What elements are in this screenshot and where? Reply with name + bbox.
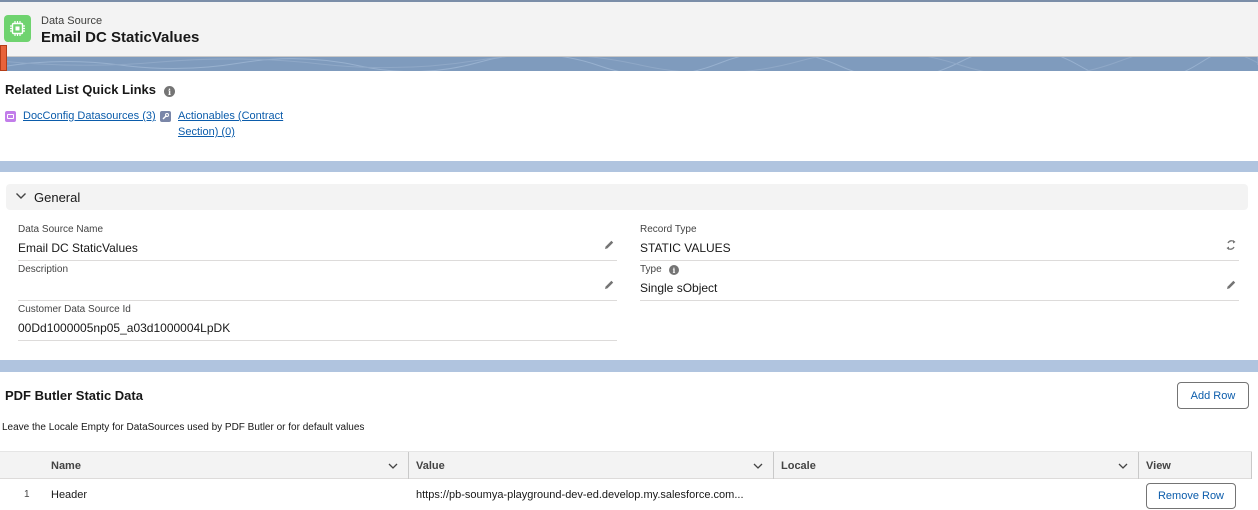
field-description: Description bbox=[18, 264, 617, 301]
field-label: Description bbox=[18, 264, 69, 275]
related-list-quick-links: Related List Quick Links i DocConfig Dat… bbox=[0, 71, 1258, 161]
field-value: Single sObject bbox=[640, 281, 718, 295]
record-type-eyebrow: Data Source bbox=[41, 15, 103, 27]
field-label: Type bbox=[640, 264, 662, 275]
add-row-button[interactable]: Add Row bbox=[1177, 382, 1249, 409]
field-type: Type i Single sObject bbox=[640, 264, 1239, 301]
chevron-down-icon[interactable] bbox=[387, 460, 399, 472]
row-number: 1 bbox=[24, 489, 30, 500]
chevron-down-icon[interactable] bbox=[1117, 460, 1129, 472]
field-value: Email DC StaticValues bbox=[18, 241, 138, 255]
field-data-source-name: Data Source Name Email DC StaticValues bbox=[18, 224, 617, 261]
utility-tab[interactable] bbox=[0, 45, 7, 71]
change-record-type-icon[interactable] bbox=[1225, 239, 1237, 251]
column-label: Name bbox=[51, 460, 81, 472]
cell-name[interactable]: Header bbox=[51, 489, 87, 501]
column-divider bbox=[1251, 452, 1252, 479]
field-label: Data Source Name bbox=[18, 224, 104, 235]
column-header-view: View bbox=[1138, 452, 1251, 479]
field-label: Record Type bbox=[640, 224, 697, 235]
field-value: STATIC VALUES bbox=[640, 241, 731, 255]
static-data-card: PDF Butler Static Data Add Row Leave the… bbox=[0, 372, 1258, 510]
table-row: 1 Header https://pb-soumya-playground-de… bbox=[0, 480, 1252, 510]
datasource-icon bbox=[5, 111, 16, 122]
column-label: Locale bbox=[781, 460, 816, 472]
wrench-icon bbox=[160, 111, 171, 122]
column-label: Value bbox=[416, 460, 445, 472]
quick-links-title: Related List Quick Links bbox=[5, 82, 156, 97]
field-value: 00Dd1000005np05_a03d1000004LpDK bbox=[18, 321, 231, 335]
section-general-label: General bbox=[34, 190, 81, 205]
column-header-name[interactable]: Name bbox=[43, 452, 408, 479]
record-details-card: General Data Source Name Email DC Static… bbox=[0, 172, 1258, 360]
table-header: Name Value Locale View bbox=[0, 451, 1252, 479]
chevron-down-icon bbox=[16, 193, 26, 199]
record-header: Data Source Email DC StaticValues bbox=[0, 0, 1258, 57]
header-band bbox=[0, 44, 1258, 84]
pencil-icon[interactable] bbox=[603, 239, 615, 251]
quick-link-actionables-line1: Actionables (Contract bbox=[178, 110, 284, 122]
remove-row-button[interactable]: Remove Row bbox=[1146, 483, 1236, 509]
locale-note: Leave the Locale Empty for DataSources u… bbox=[2, 422, 365, 433]
column-label: View bbox=[1146, 460, 1171, 472]
quick-link-actionables-line2: Section) (0) bbox=[178, 126, 235, 138]
section-general-toggle[interactable]: General bbox=[6, 184, 1248, 210]
field-label: Customer Data Source Id bbox=[18, 304, 131, 315]
pencil-icon[interactable] bbox=[603, 279, 615, 291]
field-customer-data-source-id: Customer Data Source Id 00Dd1000005np05_… bbox=[18, 304, 617, 341]
chevron-down-icon[interactable] bbox=[752, 460, 764, 472]
quick-link-actionables[interactable]: Actionables (Contract Section) (0) bbox=[178, 108, 283, 140]
cell-value[interactable]: https://pb-soumya-playground-dev-ed.deve… bbox=[416, 489, 744, 501]
chip-icon bbox=[4, 15, 31, 42]
quick-link-docconfig-datasources[interactable]: DocConfig Datasources (3) bbox=[23, 108, 156, 124]
info-icon[interactable]: i bbox=[164, 86, 175, 97]
info-icon[interactable]: i bbox=[669, 265, 679, 275]
static-data-title: PDF Butler Static Data bbox=[5, 388, 143, 403]
pencil-icon[interactable] bbox=[1225, 279, 1237, 291]
column-header-value[interactable]: Value bbox=[408, 452, 773, 479]
page-title: Email DC StaticValues bbox=[41, 29, 200, 46]
field-record-type: Record Type STATIC VALUES bbox=[640, 224, 1239, 261]
column-header-locale[interactable]: Locale bbox=[773, 452, 1138, 479]
